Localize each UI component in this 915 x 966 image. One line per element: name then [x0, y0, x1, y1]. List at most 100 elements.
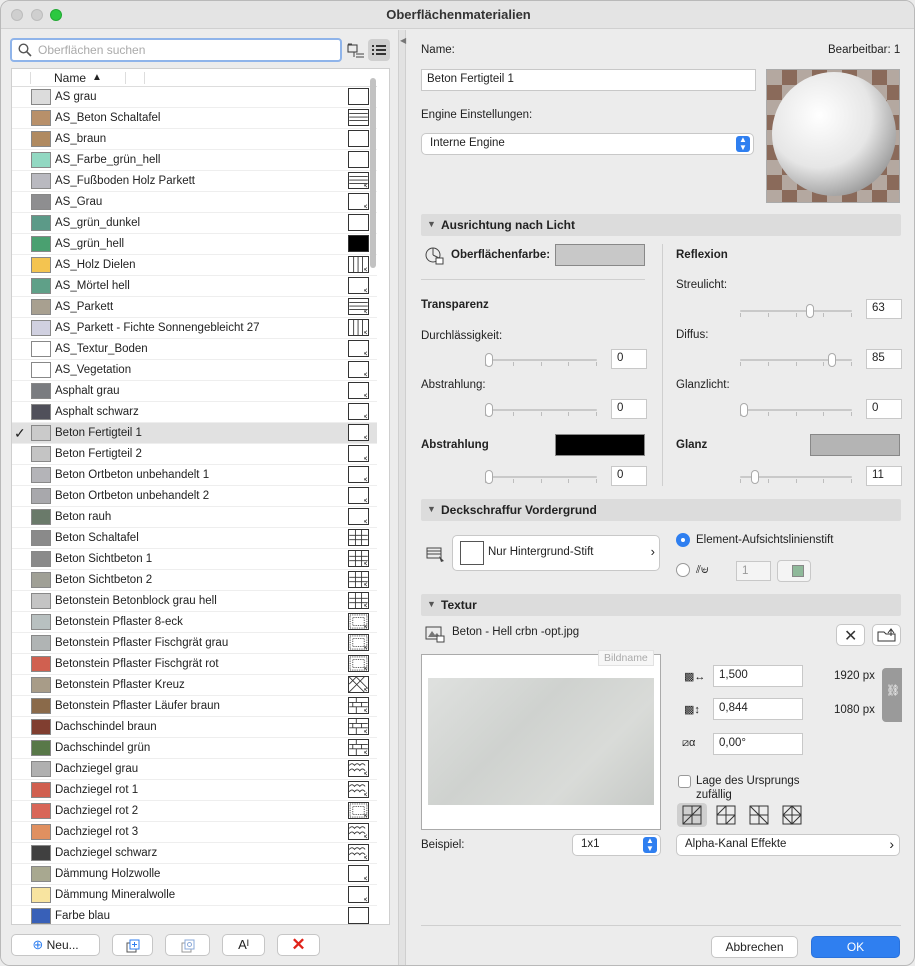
- pen-color-button[interactable]: [777, 560, 811, 582]
- texture-width-field[interactable]: 1,500: [713, 665, 803, 687]
- gloss-field[interactable]: 11: [866, 466, 902, 486]
- material-row[interactable]: Dachziegel rot 2: [12, 801, 377, 822]
- material-row[interactable]: Dämmung Mineralwolle: [12, 885, 377, 906]
- material-row[interactable]: Asphalt grau: [12, 381, 377, 402]
- material-row[interactable]: AS_braun: [12, 129, 377, 150]
- emission-slider[interactable]: [485, 403, 597, 417]
- mirror-y-button[interactable]: [744, 803, 774, 827]
- slider-knob[interactable]: [485, 403, 493, 417]
- material-row[interactable]: Betonstein Pflaster Fischgrät grau: [12, 633, 377, 654]
- material-row[interactable]: AS_Textur_Boden: [12, 339, 377, 360]
- material-row[interactable]: Betonstein Pflaster Fischgrät rot: [12, 654, 377, 675]
- gloss-color-swatch[interactable]: [810, 434, 900, 456]
- cancel-button[interactable]: Abbrechen: [711, 936, 798, 958]
- example-select[interactable]: 1x1 ▲ ▼: [572, 834, 661, 856]
- hatch-section-header[interactable]: ▼ Deckschraffur Vordergrund: [421, 499, 901, 521]
- engine-select[interactable]: Interne Engine ▲ ▼: [421, 133, 754, 155]
- material-row[interactable]: Dachziegel grau: [12, 759, 377, 780]
- mirror-none-button[interactable]: [677, 803, 707, 827]
- ok-button[interactable]: OK: [811, 936, 900, 958]
- name-field[interactable]: Beton Fertigteil 1: [421, 69, 756, 91]
- material-row[interactable]: Betonstein Pflaster 8-eck: [12, 612, 377, 633]
- material-row[interactable]: Dachschindel braun: [12, 717, 377, 738]
- surface-color-swatch[interactable]: [555, 244, 645, 266]
- diffuse-slider[interactable]: [740, 353, 852, 367]
- material-row[interactable]: Dachschindel grün: [12, 738, 377, 759]
- slider-knob[interactable]: [740, 403, 748, 417]
- material-row[interactable]: AS_Parkett - Fichte Sonnengebleicht 27: [12, 318, 377, 339]
- scroll-thumb[interactable]: [370, 78, 376, 268]
- element-pen-radio[interactable]: [676, 533, 690, 547]
- radiation-field[interactable]: 0: [611, 466, 647, 486]
- slider-knob[interactable]: [828, 353, 836, 367]
- folder-view-button[interactable]: [345, 39, 367, 61]
- column-name-header[interactable]: Name: [54, 71, 86, 85]
- gloss-slider[interactable]: [740, 470, 852, 484]
- material-row[interactable]: Betonstein Pflaster Läufer braun: [12, 696, 377, 717]
- material-row[interactable]: ✓ Beton Fertigteil 1: [12, 423, 377, 444]
- material-row[interactable]: Asphalt schwarz: [12, 402, 377, 423]
- permeability-slider[interactable]: [485, 353, 597, 367]
- radiation-color-swatch[interactable]: [555, 434, 645, 456]
- texture-section-header[interactable]: ▼ Textur: [421, 594, 901, 616]
- material-row[interactable]: Betonstein Betonblock grau hell: [12, 591, 377, 612]
- remove-texture-button[interactable]: ✕: [836, 624, 865, 646]
- list-scrollbar[interactable]: [368, 68, 378, 888]
- material-row[interactable]: Dämmung Holzwolle: [12, 864, 377, 885]
- link-proportions-button[interactable]: ⛓: [882, 668, 902, 722]
- slider-knob[interactable]: [751, 470, 759, 484]
- rename-button[interactable]: Aᴵ: [222, 934, 265, 956]
- material-row[interactable]: AS_Fußboden Holz Parkett: [12, 171, 377, 192]
- slider-knob[interactable]: [806, 304, 814, 318]
- hatch-pen-select[interactable]: Nur Hintergrund-Stift ›: [452, 535, 660, 571]
- scatter-field[interactable]: 63: [866, 299, 902, 319]
- material-row[interactable]: AS_grün_hell: [12, 234, 377, 255]
- import-button[interactable]: [165, 934, 210, 956]
- emission-field[interactable]: 0: [611, 399, 647, 419]
- material-row[interactable]: AS_Parkett: [12, 297, 377, 318]
- material-row[interactable]: AS grau: [12, 87, 377, 108]
- permeability-field[interactable]: 0: [611, 349, 647, 369]
- material-row[interactable]: AS_Grau: [12, 192, 377, 213]
- light-section-header[interactable]: ▼ Ausrichtung nach Licht: [421, 214, 901, 236]
- list-view-button[interactable]: [368, 39, 390, 61]
- material-row[interactable]: Dachziegel rot 1: [12, 780, 377, 801]
- diffuse-field[interactable]: 85: [866, 349, 902, 369]
- material-row[interactable]: AS_Mörtel hell: [12, 276, 377, 297]
- material-row[interactable]: AS_Farbe_grün_hell: [12, 150, 377, 171]
- search-box[interactable]: [10, 38, 342, 62]
- material-row[interactable]: Beton rauh: [12, 507, 377, 528]
- scatter-slider[interactable]: [740, 304, 852, 318]
- new-material-button[interactable]: ⊕ Neu...: [11, 934, 100, 956]
- highlight-slider[interactable]: [740, 403, 852, 417]
- material-row[interactable]: Beton Ortbeton unbehandelt 1: [12, 465, 377, 486]
- material-row[interactable]: Beton Ortbeton unbehandelt 2: [12, 486, 377, 507]
- material-row[interactable]: Farbe blau: [12, 906, 377, 924]
- radiation-slider[interactable]: [485, 470, 597, 484]
- material-row[interactable]: AS_Beton Schaltafel: [12, 108, 377, 129]
- material-row[interactable]: Betonstein Pflaster Kreuz: [12, 675, 377, 696]
- material-row[interactable]: Beton Sichtbeton 1: [12, 549, 377, 570]
- slider-knob[interactable]: [485, 470, 493, 484]
- texture-angle-field[interactable]: 0,00°: [713, 733, 803, 755]
- material-row[interactable]: Dachziegel schwarz: [12, 843, 377, 864]
- custom-pen-radio[interactable]: [676, 563, 690, 577]
- collapse-left-icon[interactable]: ◀: [400, 36, 406, 45]
- alpha-channel-button[interactable]: Alpha-Kanal Effekte ›: [676, 834, 900, 856]
- pen-number-field[interactable]: 1: [736, 561, 771, 581]
- mirror-x-button[interactable]: [711, 803, 741, 827]
- material-row[interactable]: AS_Vegetation: [12, 360, 377, 381]
- slider-knob[interactable]: [485, 353, 493, 367]
- search-input[interactable]: [38, 42, 338, 58]
- texture-height-field[interactable]: 0,844: [713, 698, 803, 720]
- material-row[interactable]: Beton Sichtbeton 2: [12, 570, 377, 591]
- material-row[interactable]: Dachziegel rot 3: [12, 822, 377, 843]
- material-row[interactable]: Beton Schaltafel: [12, 528, 377, 549]
- material-row[interactable]: Beton Fertigteil 2: [12, 444, 377, 465]
- panel-splitter[interactable]: ◀: [398, 30, 406, 965]
- mirror-xy-button[interactable]: [777, 803, 807, 827]
- duplicate-button[interactable]: [112, 934, 153, 956]
- material-row[interactable]: AS_grün_dunkel: [12, 213, 377, 234]
- highlight-field[interactable]: 0: [866, 399, 902, 419]
- random-origin-checkbox[interactable]: [678, 775, 691, 788]
